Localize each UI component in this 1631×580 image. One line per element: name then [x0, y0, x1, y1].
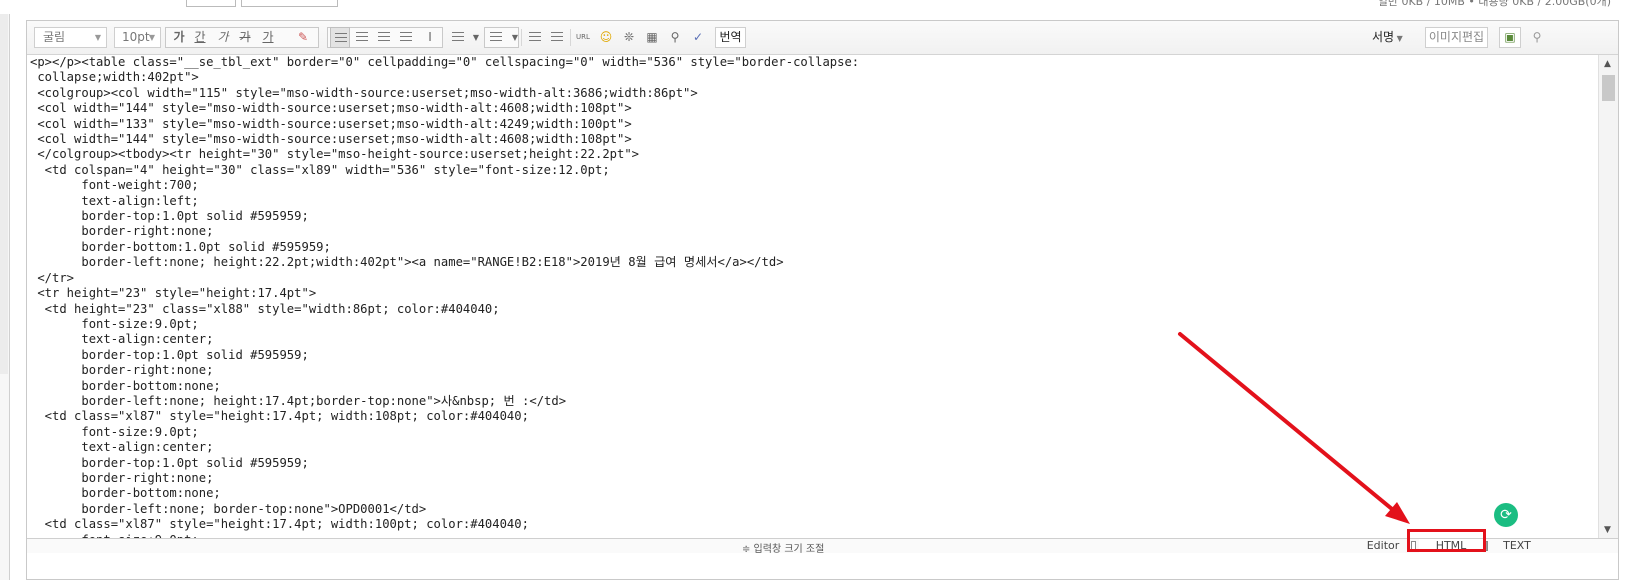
- refresh-icon[interactable]: ⟳: [1494, 503, 1518, 527]
- annotation-arrow: [1178, 332, 1410, 524]
- html-mode-highlight: [1407, 529, 1486, 552]
